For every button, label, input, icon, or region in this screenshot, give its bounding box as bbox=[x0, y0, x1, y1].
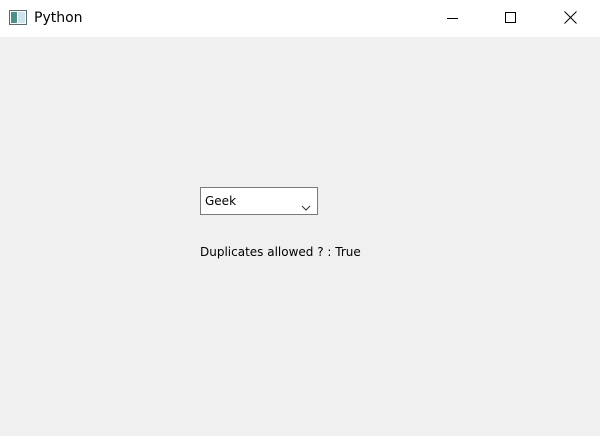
combo-selected-value: Geek bbox=[205, 194, 237, 208]
app-window: Python Geek Duplicates allowed ?: True bbox=[0, 0, 600, 436]
close-icon bbox=[563, 9, 577, 28]
minimize-button[interactable] bbox=[430, 0, 476, 37]
chevron-down-icon[interactable] bbox=[301, 197, 311, 211]
combo-box[interactable]: Geek bbox=[200, 187, 318, 215]
duplicates-status-label: Duplicates allowed ? : True bbox=[200, 245, 361, 259]
window-app-icon bbox=[9, 10, 27, 25]
maximize-icon bbox=[505, 9, 517, 28]
maximize-button[interactable] bbox=[488, 0, 534, 37]
window-title: Python bbox=[34, 10, 83, 26]
close-button[interactable] bbox=[547, 0, 593, 37]
title-bar[interactable]: Python bbox=[0, 0, 600, 37]
minimize-icon bbox=[447, 9, 459, 28]
